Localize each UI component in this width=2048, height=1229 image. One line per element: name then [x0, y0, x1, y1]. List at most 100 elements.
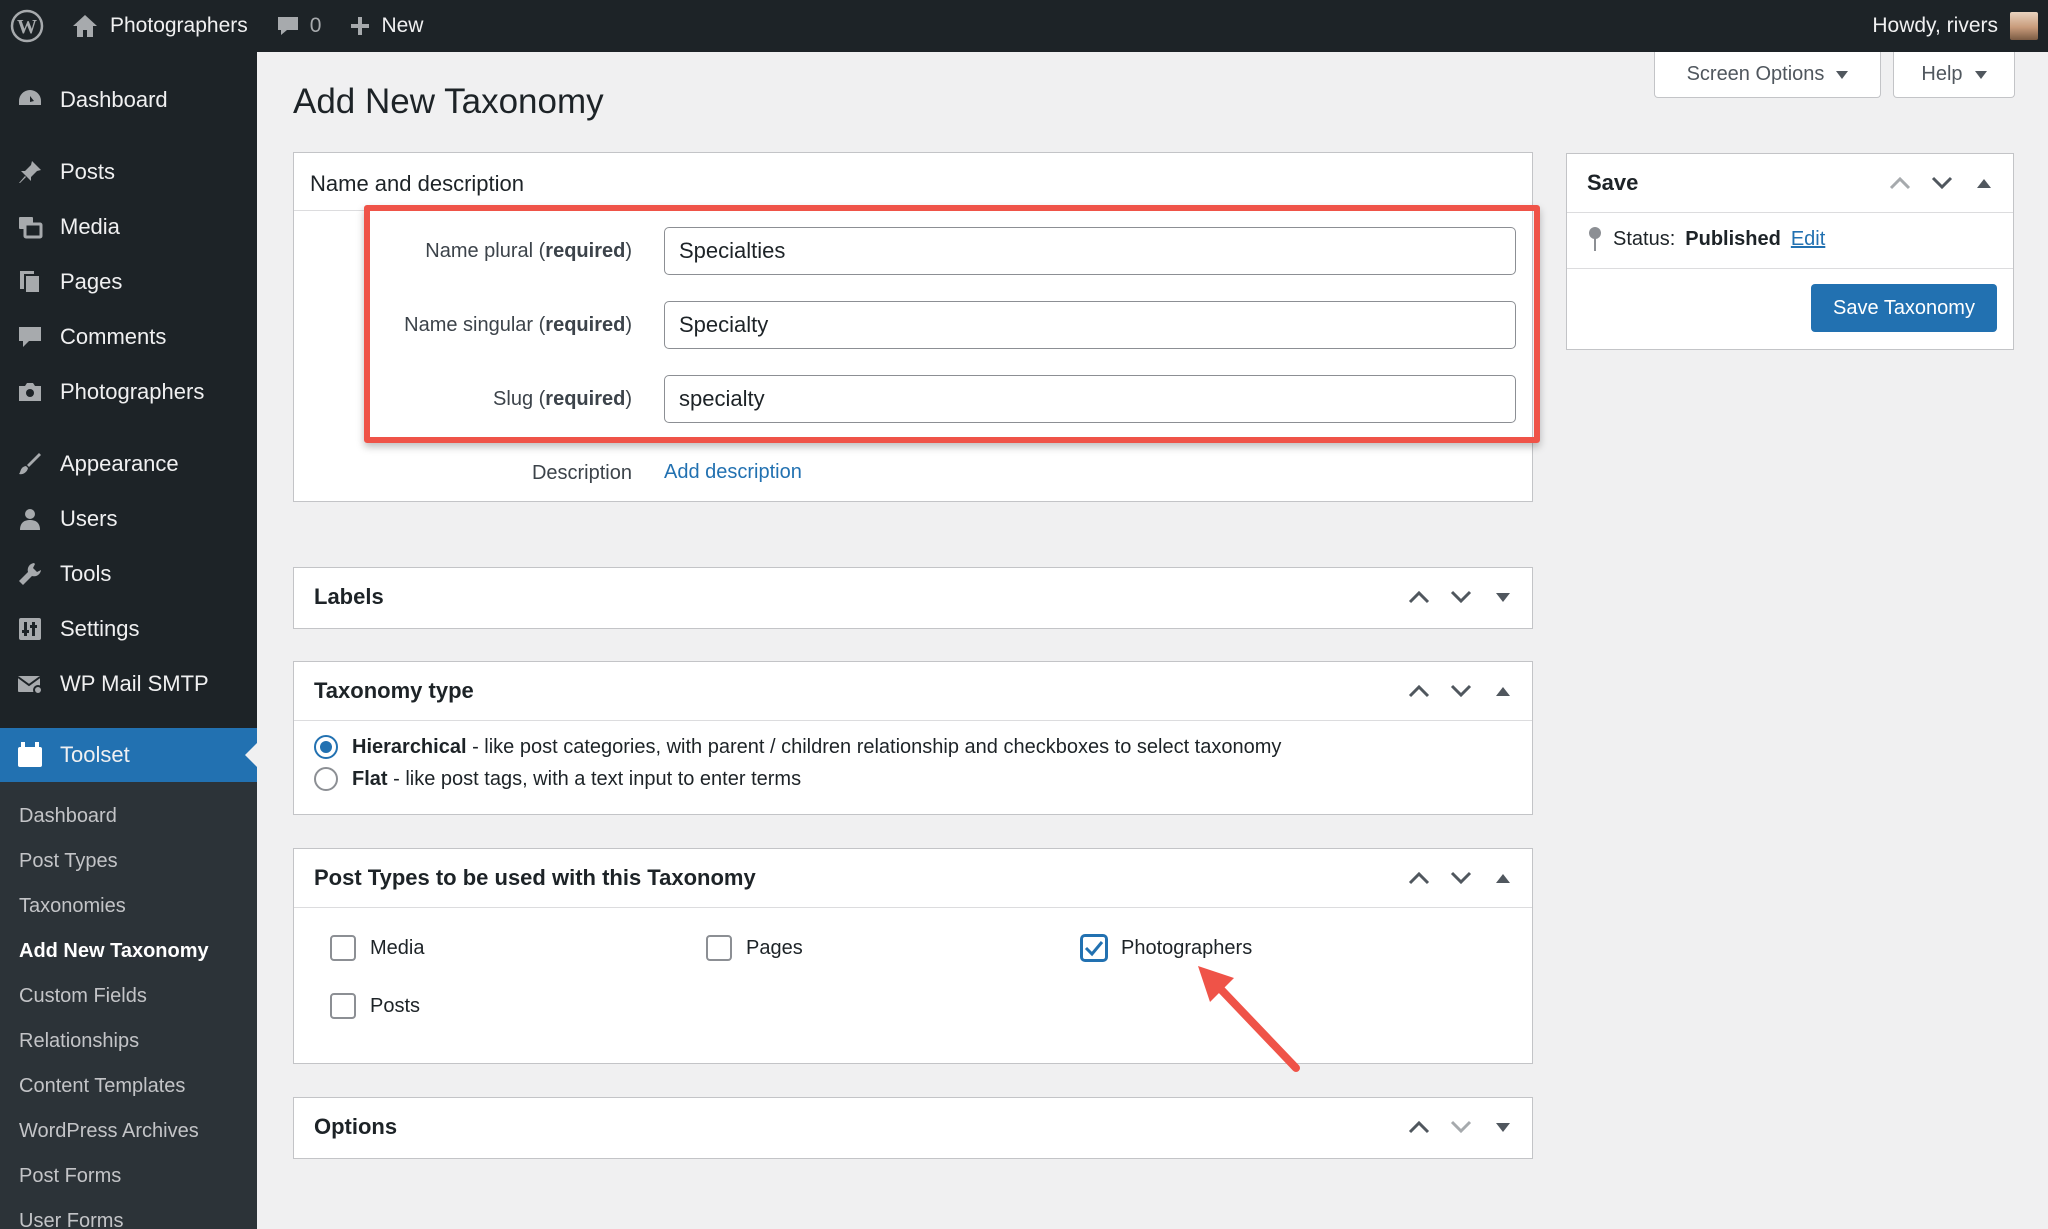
post-types-header[interactable]: Post Types to be used with this Taxonomy: [294, 849, 1532, 907]
new-content-link[interactable]: New: [335, 0, 437, 52]
mail-icon: [16, 670, 44, 698]
chevron-down-icon[interactable]: [1450, 867, 1472, 889]
checkbox-posts-label: Posts: [370, 994, 421, 1017]
toolset-submenu: Dashboard Post Types Taxonomies Add New …: [0, 782, 257, 1229]
sidebar-item-label: Users: [60, 505, 118, 531]
submenu-item-content-templates[interactable]: Content Templates: [0, 1064, 257, 1109]
sidebar-item-comments[interactable]: Comments: [0, 309, 257, 364]
description-row: Description Add description: [294, 449, 1532, 499]
sidebar-item-settings[interactable]: Settings: [0, 601, 257, 656]
toggle-panel-icon[interactable]: [1492, 680, 1514, 702]
settings-icon: [16, 615, 44, 643]
save-title: Save: [1587, 170, 1639, 195]
checkbox-media[interactable]: [330, 935, 356, 961]
toggle-panel-icon[interactable]: [1973, 172, 1995, 194]
sidebar-item-label: Tools: [60, 560, 112, 586]
checkmark-icon: [1084, 941, 1104, 957]
post-type-media[interactable]: Media: [330, 935, 424, 961]
chevron-up-icon[interactable]: [1408, 867, 1430, 889]
sidebar-item-users[interactable]: Users: [0, 491, 257, 546]
post-type-pages[interactable]: Pages: [706, 935, 803, 961]
labels-title: Labels: [314, 584, 384, 609]
sidebar-item-pages[interactable]: Pages: [0, 254, 257, 309]
toggle-panel-icon[interactable]: [1492, 867, 1514, 889]
sidebar-item-label: Media: [60, 213, 120, 239]
sidebar-item-appearance[interactable]: Appearance: [0, 436, 257, 491]
wordpress-logo-icon[interactable]: W: [0, 0, 58, 52]
status-value: Published: [1685, 227, 1781, 250]
avatar: [2010, 12, 2038, 40]
sidebar-item-tools[interactable]: Tools: [0, 546, 257, 601]
chevron-up-icon[interactable]: [1408, 1116, 1430, 1138]
chevron-down-icon[interactable]: [1931, 172, 1953, 194]
pages-icon: [16, 268, 44, 296]
options-title: Options: [314, 1114, 398, 1139]
status-label: Status:: [1613, 227, 1676, 250]
my-account[interactable]: Howdy, rivers: [1872, 0, 2038, 52]
submenu-item-dashboard[interactable]: Dashboard: [0, 794, 257, 839]
divider: [1567, 268, 2013, 269]
save-taxonomy-button[interactable]: Save Taxonomy: [1811, 284, 1997, 332]
submenu-item-taxonomies[interactable]: Taxonomies: [0, 884, 257, 929]
checkbox-posts[interactable]: [330, 993, 356, 1019]
submenu-item-custom-fields[interactable]: Custom Fields: [0, 974, 257, 1019]
chevron-down-icon[interactable]: [1450, 1116, 1472, 1138]
sidebar-item-media[interactable]: Media: [0, 199, 257, 254]
edit-status-link[interactable]: Edit: [1791, 228, 1825, 251]
comments-link[interactable]: 0: [262, 0, 336, 52]
site-name-link[interactable]: Photographers: [58, 0, 262, 52]
save-header[interactable]: Save: [1567, 154, 2013, 212]
radio-hierarchical[interactable]: [314, 735, 338, 759]
sidebar-item-label: WP Mail SMTP: [60, 670, 209, 696]
sidebar-item-dashboard[interactable]: Dashboard: [0, 72, 257, 127]
chevron-up-icon[interactable]: [1889, 172, 1911, 194]
radio-flat[interactable]: [314, 767, 338, 791]
chevron-down-icon[interactable]: [1450, 680, 1472, 702]
taxonomy-type-header[interactable]: Taxonomy type: [294, 662, 1532, 720]
chevron-up-icon[interactable]: [1408, 586, 1430, 608]
comment-icon: [16, 323, 44, 351]
post-type-posts[interactable]: Posts: [330, 993, 420, 1019]
options-header[interactable]: Options: [294, 1098, 1532, 1156]
post-type-photographers[interactable]: Photographers: [1081, 935, 1252, 961]
post-types-box: Post Types to be used with this Taxonomy…: [293, 848, 1533, 1064]
taxonomy-type-box: Taxonomy type Hierarchical - like post c…: [293, 661, 1533, 815]
caret-down-icon: [1836, 70, 1849, 79]
submenu-item-post-types[interactable]: Post Types: [0, 839, 257, 884]
submenu-item-relationships[interactable]: Relationships: [0, 1019, 257, 1064]
checkbox-pages[interactable]: [706, 935, 732, 961]
name-description-title: Name and description: [310, 171, 525, 196]
page-title: Add New Taxonomy: [293, 82, 604, 121]
home-icon: [72, 14, 98, 38]
dashboard-icon: [16, 86, 44, 114]
submenu-item-user-forms[interactable]: User Forms: [0, 1199, 257, 1229]
screen-options-button[interactable]: Screen Options: [1654, 52, 1881, 98]
radio-flat-label: Flat - like post tags, with a text input…: [352, 767, 802, 790]
checkbox-pages-label: Pages: [746, 936, 803, 959]
radio-hierarchical-row[interactable]: Hierarchical - like post categories, wit…: [314, 735, 1281, 759]
comments-count: 0: [309, 14, 322, 37]
toggle-panel-icon[interactable]: [1492, 1116, 1514, 1138]
sidebar-item-posts[interactable]: Posts: [0, 144, 257, 199]
submenu-item-post-forms[interactable]: Post Forms: [0, 1154, 257, 1199]
chevron-up-icon[interactable]: [1408, 680, 1430, 702]
highlight-frame: [364, 205, 1540, 443]
taxonomy-type-title: Taxonomy type: [314, 678, 474, 703]
checkbox-photographers[interactable]: [1081, 935, 1107, 961]
radio-flat-row[interactable]: Flat - like post tags, with a text input…: [314, 767, 801, 791]
labels-header[interactable]: Labels: [294, 568, 1532, 626]
new-label: New: [381, 14, 424, 37]
chevron-down-icon[interactable]: [1450, 586, 1472, 608]
save-box: Save Status: Published Edit Save Taxonom…: [1566, 153, 2014, 350]
add-description-link[interactable]: Add description: [664, 461, 802, 484]
sidebar-item-label: Photographers: [60, 378, 205, 404]
sidebar-item-wp-mail-smtp[interactable]: WP Mail SMTP: [0, 656, 257, 711]
submenu-item-wordpress-archives[interactable]: WordPress Archives: [0, 1109, 257, 1154]
checkbox-media-label: Media: [370, 936, 425, 959]
toggle-panel-icon[interactable]: [1492, 586, 1514, 608]
sidebar-item-toolset[interactable]: Toolset: [0, 728, 257, 782]
submenu-item-add-new-taxonomy[interactable]: Add New Taxonomy: [0, 929, 257, 974]
help-button[interactable]: Help: [1893, 52, 2015, 98]
sidebar-item-photographers[interactable]: Photographers: [0, 364, 257, 419]
sidebar-item-label: Dashboard: [60, 86, 168, 112]
